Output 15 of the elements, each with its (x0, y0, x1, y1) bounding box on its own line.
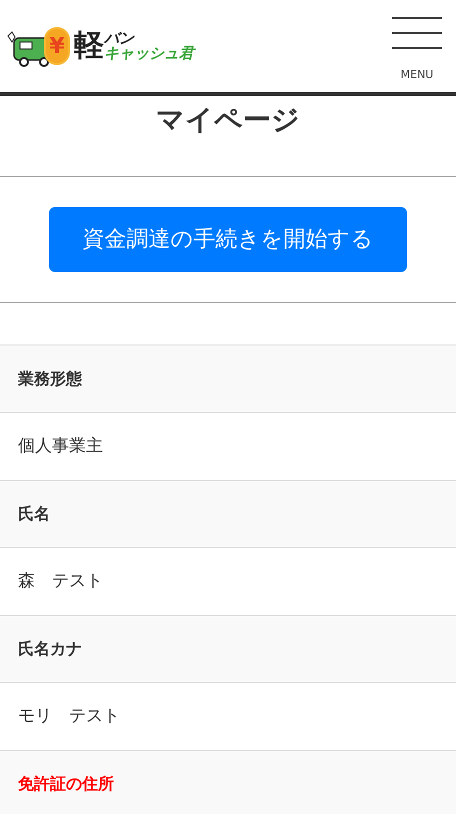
menu-button[interactable]: MENU (392, 16, 442, 84)
menu-icon (392, 16, 442, 49)
field-value: モリ テスト (18, 704, 120, 728)
logo-text: バン (104, 31, 136, 46)
logo-text: 軽 (74, 31, 104, 61)
page-title: マイページ (155, 102, 301, 138)
start-button[interactable]: 資金調達の手続きを開始する (49, 207, 407, 272)
field-value: 森 テスト (18, 570, 103, 593)
field-value: 個人事業主 (18, 434, 103, 458)
field-label: 氏名カナ (18, 638, 82, 660)
coin-icon: ¥ (44, 27, 70, 65)
field-label: 氏名 (18, 503, 50, 525)
logo-text: キャッシュ君 (104, 46, 194, 61)
field-label: 免許証の住所 (18, 773, 114, 795)
field-label: 業務形態 (18, 368, 82, 390)
